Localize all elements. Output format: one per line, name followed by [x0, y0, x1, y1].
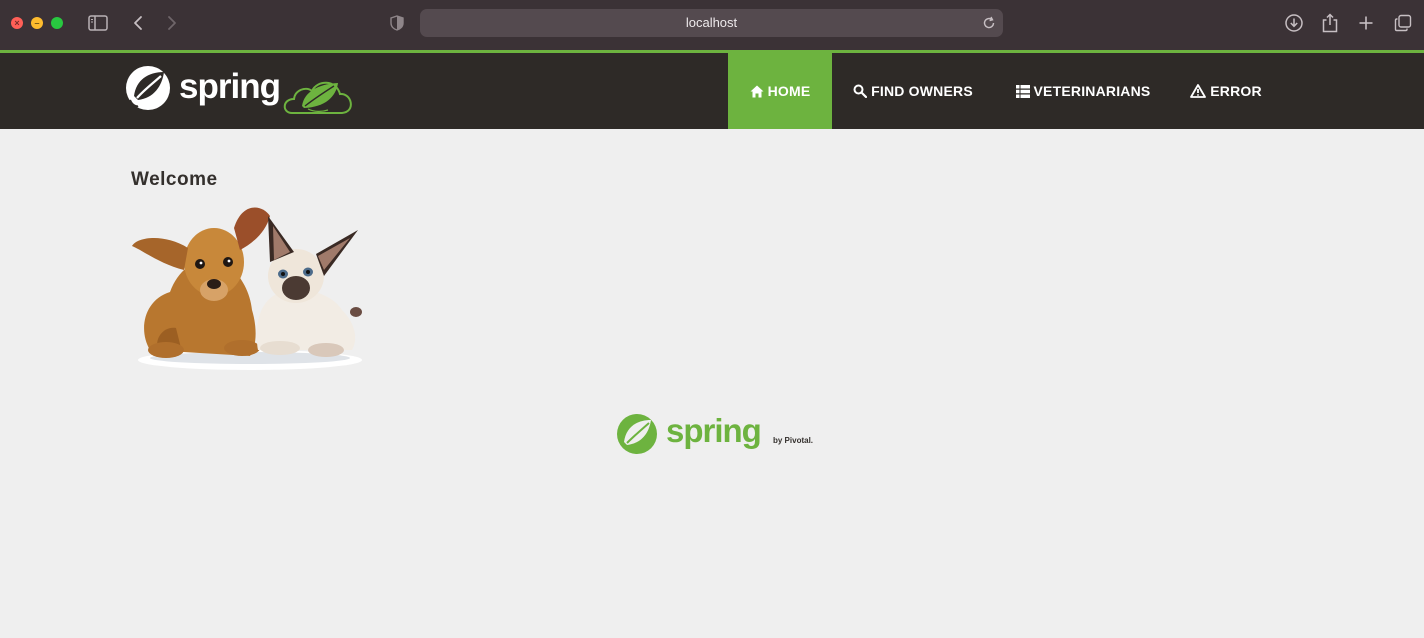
- brand-wordmark: spring: [179, 67, 280, 106]
- address-bar[interactable]: localhost: [420, 9, 1003, 37]
- app-navbar: spring HOME FIND OWNERS VETERINARIANS ER…: [0, 53, 1424, 129]
- nav-find-owners-label: FIND OWNERS: [871, 83, 973, 99]
- minimize-window-button[interactable]: –: [31, 17, 43, 29]
- new-tab-icon[interactable]: [1354, 11, 1378, 35]
- close-window-button[interactable]: ×: [11, 17, 23, 29]
- search-icon: [853, 84, 868, 98]
- page-title: Welcome: [131, 169, 218, 190]
- footer-byline: by Pivotal.: [773, 436, 813, 445]
- reload-icon[interactable]: [981, 15, 997, 31]
- nav-veterinarians[interactable]: VETERINARIANS: [1004, 53, 1162, 129]
- nav-home-label: HOME: [767, 83, 811, 99]
- nav-find-owners[interactable]: FIND OWNERS: [840, 53, 986, 129]
- nav-home[interactable]: HOME: [728, 53, 832, 129]
- forward-icon[interactable]: [160, 11, 184, 35]
- share-icon[interactable]: [1318, 11, 1342, 35]
- pets-image: [130, 200, 366, 372]
- nav-veterinarians-label: VETERINARIANS: [1033, 83, 1151, 99]
- sidebar-toggle-icon[interactable]: [86, 11, 110, 35]
- url-text: localhost: [685, 15, 738, 30]
- home-icon: [750, 85, 764, 97]
- warning-icon: [1190, 84, 1207, 98]
- nav-error[interactable]: ERROR: [1180, 53, 1272, 129]
- back-icon[interactable]: [126, 11, 150, 35]
- nav-error-label: ERROR: [1210, 83, 1262, 99]
- privacy-shield-icon[interactable]: [385, 11, 409, 35]
- tab-overview-icon[interactable]: [1391, 11, 1415, 35]
- spring-by-pivotal-logo: spring by Pivotal.: [614, 410, 818, 458]
- browser-toolbar: × – localhost: [0, 0, 1424, 50]
- zoom-window-button[interactable]: [51, 17, 63, 29]
- footer-wordmark: spring: [666, 412, 761, 449]
- list-icon: [1015, 84, 1030, 98]
- download-icon[interactable]: [1282, 11, 1306, 35]
- spring-petclinic-logo[interactable]: spring: [124, 62, 356, 120]
